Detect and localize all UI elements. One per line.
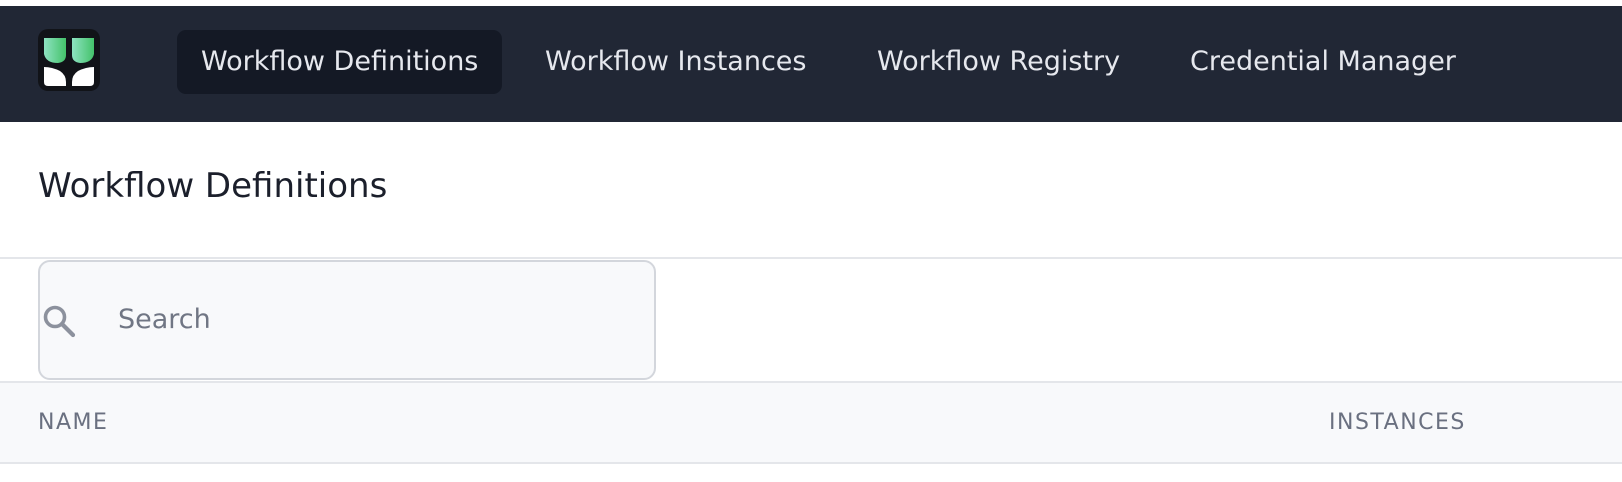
search-placeholder: Search <box>118 304 211 335</box>
search-input[interactable]: Search <box>38 260 656 380</box>
app-logo-icon[interactable] <box>38 29 100 91</box>
top-navigation-bar: Workflow Definitions Workflow Instances … <box>0 6 1622 122</box>
page-title: Workflow Definitions <box>38 166 388 206</box>
column-header-name[interactable]: NAME <box>38 383 108 462</box>
nav-workflow-instances[interactable]: Workflow Instances <box>521 30 830 94</box>
search-icon <box>42 304 78 340</box>
column-header-instances[interactable]: INSTANCES <box>1329 383 1466 462</box>
nav-workflow-registry[interactable]: Workflow Registry <box>853 30 1144 94</box>
table-header: NAME INSTANCES <box>0 381 1622 464</box>
nav-workflow-definitions[interactable]: Workflow Definitions <box>177 30 503 94</box>
header-divider <box>0 257 1622 259</box>
nav-credential-manager[interactable]: Credential Manager <box>1166 30 1480 94</box>
